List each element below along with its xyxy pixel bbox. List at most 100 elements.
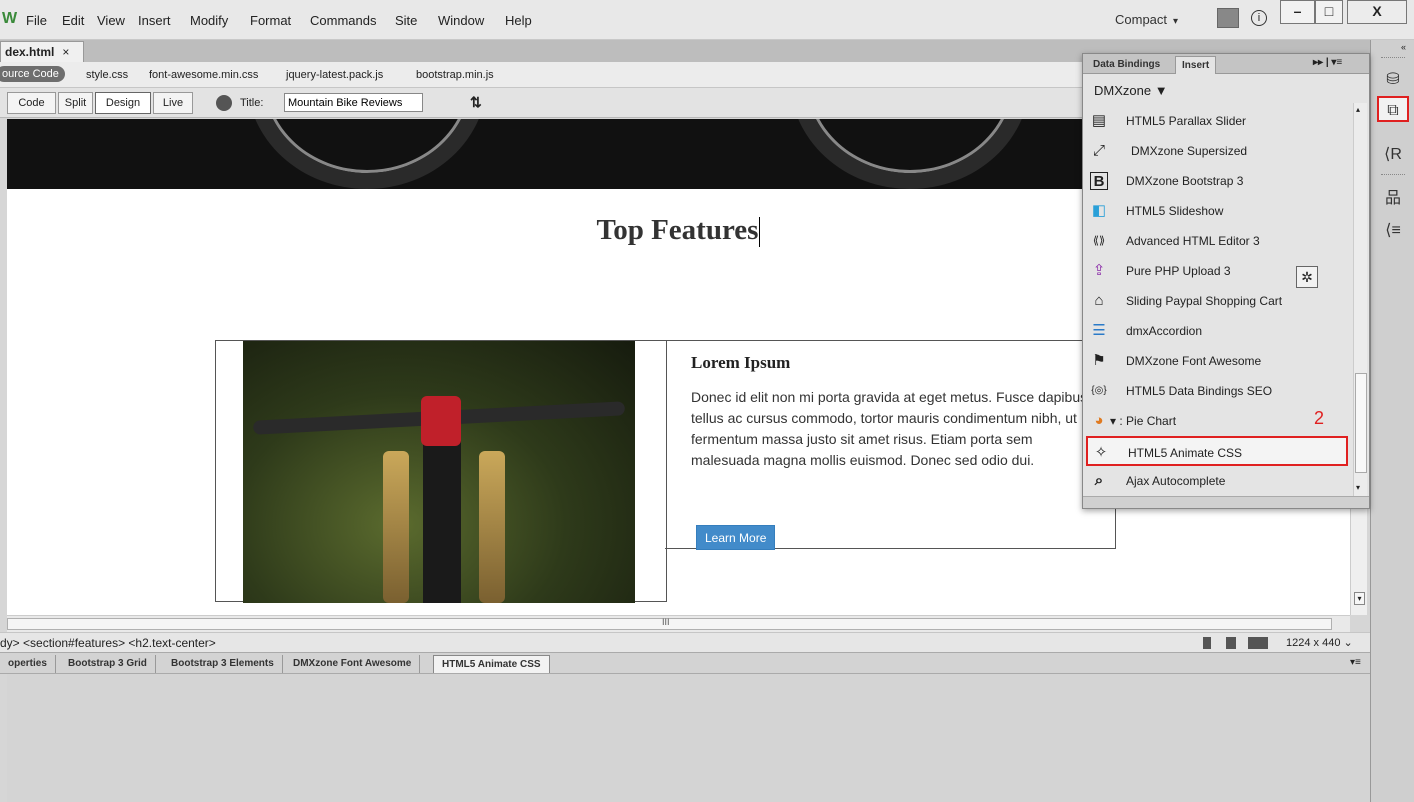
insert-item-slideshow[interactable]: ◧ HTML5 Slideshow	[1086, 196, 1348, 226]
menu-help[interactable]: Help	[505, 13, 532, 28]
learn-more-button[interactable]: Learn More	[696, 525, 776, 550]
insert-item-label: HTML5 Parallax Slider	[1126, 114, 1247, 128]
tag-selector[interactable]: dy> <section#features> <h2.text-center>	[0, 636, 216, 650]
sort-icon[interactable]: ⇅	[470, 94, 482, 111]
sync-settings-button[interactable]	[1217, 8, 1239, 28]
insert-item-bootstrap-3[interactable]: B DMXzone Bootstrap 3	[1086, 166, 1348, 196]
tablet-size-icon[interactable]	[1226, 637, 1236, 649]
tab-data-bindings[interactable]: Data Bindings	[1087, 56, 1166, 74]
menubar: W File Edit View Insert Modify Format Co…	[0, 0, 1414, 40]
scroll-up-arrow[interactable]: ▴	[1356, 105, 1360, 114]
databindings-icon[interactable]: ⛁	[1377, 67, 1409, 93]
status-bar: dy> <section#features> <h2.text-center> …	[0, 632, 1370, 652]
viewport-size[interactable]: 1224 x 440 ⌄	[1286, 636, 1353, 649]
menu-format[interactable]: Format	[250, 13, 291, 28]
insert-item-label: HTML5 Animate CSS	[1128, 446, 1243, 460]
insert-item-label: dmxAccordion	[1126, 324, 1203, 338]
text-caret	[759, 217, 761, 248]
source-code-button[interactable]: ource Code	[0, 66, 65, 82]
tab-animate-css[interactable]: HTML5 Animate CSS	[433, 655, 550, 673]
menu-window[interactable]: Window	[438, 13, 484, 28]
tab-font-awesome[interactable]: DMXzone Font Awesome	[285, 655, 421, 673]
tab-bootstrap-grid[interactable]: Bootstrap 3 Grid	[60, 655, 156, 673]
property-panel-tabs: operties Bootstrap 3 Grid Bootstrap 3 El…	[0, 652, 1370, 674]
tab-bootstrap-elements[interactable]: Bootstrap 3 Elements	[163, 655, 283, 673]
document-tab[interactable]: dex.html ×	[0, 41, 84, 62]
insert-item-autocomplete[interactable]: ⌕ Ajax Autocomplete	[1086, 466, 1348, 496]
feature-image-box[interactable]	[215, 340, 667, 603]
feature-text-box[interactable]: Lorem Ipsum Donec id elit non mi porta g…	[665, 340, 1116, 550]
insert-item-parallax-slider[interactable]: ▤ HTML5 Parallax Slider	[1086, 106, 1348, 136]
mobile-size-icon[interactable]	[1203, 637, 1211, 649]
related-file-style[interactable]: style.css	[86, 69, 128, 81]
live-view-button[interactable]: Live	[153, 92, 193, 114]
fork-left	[383, 451, 409, 603]
css-designer-icon[interactable]: ⟨R	[1377, 142, 1409, 168]
insert-scroll-thumb[interactable]	[1355, 373, 1367, 473]
insert-panel-resize-grip[interactable]	[1083, 496, 1369, 508]
split-view-button[interactable]: Split	[58, 92, 93, 114]
minimize-button[interactable]: –	[1280, 0, 1315, 24]
insert-item-pie-chart[interactable]: ◕ ▾ : Pie Chart	[1086, 406, 1348, 436]
flag-icon: ⚑	[1092, 352, 1106, 369]
files-tree-icon[interactable]: 品	[1377, 186, 1409, 212]
insert-item-label: HTML5 Data Bindings SEO	[1126, 384, 1273, 398]
menu-edit[interactable]: Edit	[62, 13, 84, 28]
workspace-switcher[interactable]: Compact ▾	[1115, 12, 1178, 27]
sparkle-icon[interactable]: ✲	[1296, 266, 1318, 288]
menu-insert[interactable]: Insert	[138, 13, 171, 28]
insert-item-label: DMXzone Bootstrap 3	[1126, 174, 1244, 188]
fullscreen-icon: ⤢	[1092, 142, 1105, 159]
snippets-icon[interactable]: ⟨≡	[1377, 218, 1409, 244]
related-file-font-awesome[interactable]: font-awesome.min.css	[149, 69, 258, 81]
menu-view[interactable]: View	[97, 13, 125, 28]
insert-item-supersized[interactable]: ⤢ DMXzone Supersized	[1086, 136, 1348, 166]
card-title: Lorem Ipsum	[691, 353, 791, 372]
insert-panel-icon[interactable]: ⧉	[1377, 96, 1409, 122]
collapse-icon[interactable]: «	[1401, 42, 1406, 52]
slideshow-icon: ◧	[1091, 202, 1107, 219]
insert-item-paypal-cart[interactable]: ⌂ Sliding Paypal Shopping Cart	[1086, 286, 1348, 316]
menu-file[interactable]: File	[26, 13, 47, 28]
menu-site[interactable]: Site	[395, 13, 417, 28]
globe-icon[interactable]	[216, 95, 232, 111]
menu-modify[interactable]: Modify	[190, 13, 228, 28]
panel-options-icon[interactable]: ▸▸ | ▾≡	[1313, 57, 1342, 68]
page-heading-text: Top Features	[596, 214, 759, 246]
code-view-button[interactable]: Code	[7, 92, 56, 114]
bike-wheel-left	[247, 119, 487, 189]
title-input[interactable]	[284, 93, 423, 112]
bike-photo	[243, 341, 635, 603]
design-view-button[interactable]: Design	[95, 92, 151, 114]
menu-commands[interactable]: Commands	[310, 13, 376, 28]
scroll-down-arrow[interactable]: ▾	[1356, 483, 1360, 492]
panel-menu-icon[interactable]: ▾≡	[1350, 657, 1361, 668]
tab-insert[interactable]: Insert	[1175, 56, 1217, 74]
insert-item-animate-css[interactable]: ✧ HTML5 Animate CSS	[1086, 436, 1348, 466]
editor-icon: ⟪⟫	[1092, 235, 1106, 247]
dock-grip	[1381, 174, 1405, 176]
close-window-button[interactable]: X	[1347, 0, 1407, 24]
desktop-size-icon[interactable]	[1248, 637, 1268, 649]
insert-panel-scrollbar[interactable]: ▴ ▾	[1353, 103, 1367, 497]
related-file-bootstrap[interactable]: bootstrap.min.js	[416, 69, 494, 81]
info-icon[interactable]: i	[1251, 10, 1267, 26]
tab-properties[interactable]: operties	[0, 655, 56, 673]
insert-item-data-bindings-seo[interactable]: {◎} HTML5 Data Bindings SEO	[1086, 376, 1348, 406]
related-file-jquery[interactable]: jquery-latest.pack.js	[286, 69, 383, 81]
close-icon[interactable]: ×	[62, 45, 69, 59]
chevron-down-icon: ▾	[1173, 16, 1179, 27]
insert-item-font-awesome[interactable]: ⚑ DMXzone Font Awesome	[1086, 346, 1348, 376]
insert-item-accordion[interactable]: ☰ dmxAccordion	[1086, 316, 1348, 346]
scroll-down-arrow[interactable]: ▾	[1354, 592, 1365, 605]
property-panel-body	[7, 674, 1370, 802]
insert-item-label: DMXzone Supersized	[1131, 144, 1248, 158]
dock-grip	[1381, 57, 1405, 59]
insert-category-dropdown[interactable]: DMXzone ▼	[1094, 83, 1168, 98]
animate-icon: ✧	[1094, 444, 1108, 461]
insert-item-html-editor[interactable]: ⟪⟫ Advanced HTML Editor 3	[1086, 226, 1348, 256]
bike-wheel-right	[790, 119, 1030, 189]
design-horizontal-scrollbar[interactable]: III	[7, 615, 1350, 632]
maximize-button[interactable]: □	[1315, 0, 1343, 24]
scroll-grip: III	[662, 617, 670, 627]
